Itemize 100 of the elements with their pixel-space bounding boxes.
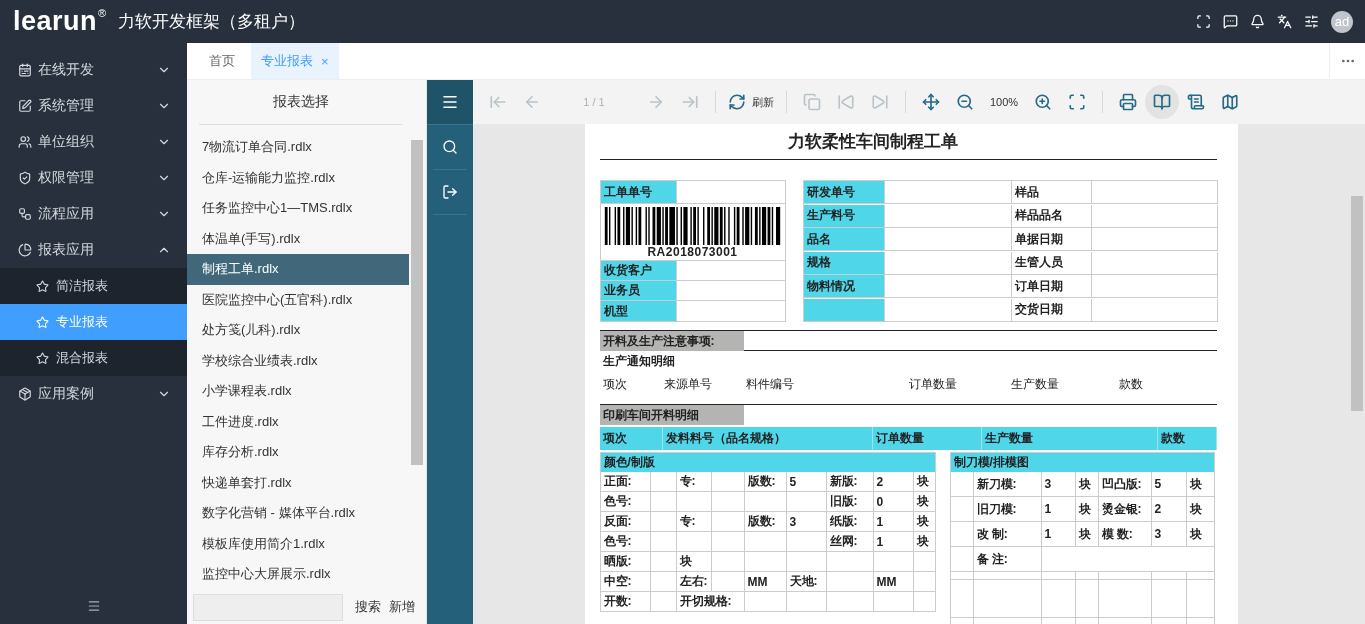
scrollbar-thumb[interactable] xyxy=(1351,196,1363,411)
report-item[interactable]: 医院监控中心(五官科).rdlx xyxy=(187,284,409,315)
table-cell xyxy=(650,492,677,512)
column-header: 订单数量 xyxy=(872,427,982,450)
nav-subitem[interactable]: 简洁报表 xyxy=(0,268,187,304)
column-header: 项次 xyxy=(601,376,628,393)
table-cell xyxy=(826,592,874,612)
nav-item[interactable]: 应用案例 xyxy=(0,376,187,412)
report-item[interactable]: 处方笺(儿科).rdlx xyxy=(187,315,409,346)
exit-icon[interactable] xyxy=(442,184,458,200)
report-item[interactable]: 制程工单.rdlx xyxy=(187,254,409,285)
column-header: 订单数量 xyxy=(907,376,958,393)
table-title: 颜色/制版 xyxy=(600,453,936,472)
table-cell: 物料情况 xyxy=(803,275,885,298)
table-cell: 订单日期 xyxy=(1011,275,1092,298)
book-button[interactable] xyxy=(1145,85,1180,119)
report-item[interactable]: 学校综合业绩表.rdlx xyxy=(187,345,409,376)
table-cell xyxy=(650,512,677,532)
table-cell xyxy=(1186,580,1215,618)
table-cell: 块 xyxy=(1186,522,1215,547)
table-cell: 块 xyxy=(1075,497,1099,522)
table-cell: MM xyxy=(873,572,914,592)
report-title: 力软柔性车间制程工单 xyxy=(599,124,1217,160)
menu-icon[interactable] xyxy=(441,93,459,111)
scrollbar-thumb[interactable] xyxy=(411,140,423,465)
nav-subitem[interactable]: 混合报表 xyxy=(0,340,187,376)
column-header: 发料料号（品名规格） xyxy=(662,427,873,450)
report-item[interactable]: 体温单(手写).rdlx xyxy=(187,223,409,254)
refresh-button[interactable]: 刷新 xyxy=(724,85,778,119)
report-item[interactable]: 模板库使用简介1.rdlx xyxy=(187,528,409,559)
table-cell: 3 xyxy=(1151,522,1187,547)
report-item[interactable]: 小学课程表.rdlx xyxy=(187,376,409,407)
table-cell: 块 xyxy=(1186,497,1215,522)
table-cell: 色号: xyxy=(600,532,651,552)
table-cell: 专: xyxy=(676,512,712,532)
nav-item[interactable]: 流程应用 xyxy=(0,196,187,232)
table-cell xyxy=(1041,580,1076,618)
move-icon xyxy=(922,93,940,111)
last-page-icon xyxy=(681,93,699,111)
table-cell: 块 xyxy=(1075,522,1099,547)
menu-icon[interactable] xyxy=(86,599,101,613)
table-cell xyxy=(650,532,677,552)
logo: learun xyxy=(13,6,98,37)
add-button[interactable]: 新增 xyxy=(389,598,415,616)
report-item[interactable]: 任务监控中心1—TMS.rdlx xyxy=(187,193,409,224)
table-cell: 块 xyxy=(913,472,936,492)
report-item[interactable]: 数字化营销 - 媒体平台.rdlx xyxy=(187,498,409,529)
nav-item[interactable]: 报表应用 xyxy=(0,232,187,268)
nav-item[interactable]: 单位组织 xyxy=(0,124,187,160)
bell-icon[interactable] xyxy=(1250,14,1265,29)
nav-item[interactable]: 权限管理 xyxy=(0,160,187,196)
users-icon xyxy=(18,135,32,149)
table-cell: 业务员 xyxy=(600,281,677,301)
report-item[interactable]: 快递单套打.rdlx xyxy=(187,467,409,498)
star-icon xyxy=(36,351,49,365)
pie-chart-icon xyxy=(18,243,32,257)
table-cell: 收货客户 xyxy=(600,261,677,281)
page-indicator: 1 / 1 xyxy=(582,96,606,108)
table-cell: 2 xyxy=(873,472,914,492)
barcode-number: RA2018073001 xyxy=(647,245,738,259)
table-cell: 单据日期 xyxy=(1011,228,1092,251)
section-label: 印刷车间开料明细 xyxy=(599,405,744,425)
table-title: 制刀模/排模图 xyxy=(950,453,1215,472)
table-cell: 品名 xyxy=(803,228,885,251)
table-cell xyxy=(826,552,874,572)
message-icon[interactable] xyxy=(1223,14,1238,29)
section-heading: 生产通知明细 xyxy=(601,352,676,370)
table-cell: 模 数: xyxy=(1098,522,1152,547)
table-cell: 机型 xyxy=(600,301,677,322)
table-cell: 块 xyxy=(913,492,936,512)
table-cell: 烫金银: xyxy=(1098,497,1152,522)
table-cell xyxy=(826,572,874,592)
panel-title: 报表选择 xyxy=(199,80,402,125)
report-item[interactable]: 仓库-运输能力监控.rdlx xyxy=(187,162,409,193)
table-cell: 2 xyxy=(1151,497,1187,522)
language-icon[interactable] xyxy=(1277,14,1292,29)
report-item[interactable]: 工件进度.rdlx xyxy=(187,406,409,437)
report-item[interactable]: 7物流订单合同.rdlx xyxy=(187,132,409,163)
search-icon[interactable] xyxy=(442,139,458,155)
table-cell: 块 xyxy=(913,512,936,532)
table-cell xyxy=(744,592,787,612)
report-item[interactable]: 库存分析.rdlx xyxy=(187,437,409,468)
search-field[interactable] xyxy=(193,593,343,621)
zoom-in-icon xyxy=(1034,93,1053,111)
tab[interactable]: 首页 xyxy=(195,43,249,79)
book-icon xyxy=(1153,93,1172,111)
table-cell: 块 xyxy=(913,532,936,552)
fullscreen-icon[interactable] xyxy=(1196,14,1211,29)
table-cell: 色号: xyxy=(600,492,651,512)
report-item[interactable]: 监控中心大屏展示.rdlx xyxy=(187,559,409,590)
skip-forward-icon xyxy=(871,93,889,111)
registered-mark: ® xyxy=(98,7,107,19)
nav-item[interactable]: 系统管理 xyxy=(0,88,187,124)
nav-item[interactable]: 在线开发 xyxy=(0,52,187,88)
table-cell: 3 xyxy=(1041,472,1076,497)
star-icon xyxy=(36,279,49,293)
search-button[interactable]: 搜索 xyxy=(355,598,381,616)
table-cell: 块 xyxy=(1186,472,1215,497)
settings-icon[interactable] xyxy=(1304,14,1319,29)
table-cell: 改 制: xyxy=(973,522,1042,547)
